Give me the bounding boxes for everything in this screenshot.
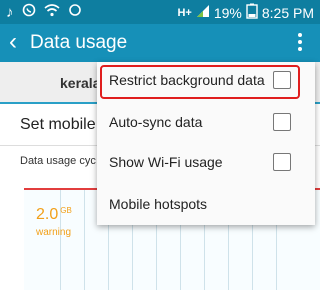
menu-item-restrict-background-data[interactable]: Restrict background data	[97, 62, 315, 100]
menu-item-label: Mobile hotspots	[109, 196, 208, 212]
overflow-menu: Restrict background data Auto-sync data …	[97, 62, 315, 225]
sync-icon	[68, 3, 82, 21]
music-note-icon: ♪	[6, 3, 14, 21]
clock-time: 8:25 PM	[261, 4, 314, 21]
chart-grid-line	[60, 190, 61, 290]
menu-item-mobile-hotspots[interactable]: Mobile hotspots	[97, 186, 315, 224]
wifi-icon	[43, 3, 60, 21]
page-title: Data usage	[30, 32, 128, 53]
overflow-menu-icon[interactable]	[298, 33, 302, 54]
set-mobile-data-limit-label[interactable]: Set mobile d	[20, 116, 109, 134]
network-type-label: H+	[177, 6, 192, 19]
menu-item-label: Auto-sync data	[109, 114, 203, 130]
status-bar: ♪ H+ 19% 8:25 PM	[0, 0, 320, 24]
tab-kerala[interactable]: kerala	[60, 75, 100, 91]
warning-label: warning	[36, 227, 72, 238]
menu-item-label: Restrict background data	[109, 72, 265, 88]
back-icon[interactable]: ‹	[9, 29, 17, 55]
warning-value[interactable]: 2.0 GB	[36, 206, 72, 224]
battery-percent: 19%	[213, 4, 242, 21]
chart-grid-line	[84, 190, 85, 290]
restrict-background-checkbox[interactable]	[273, 71, 291, 89]
battery-icon	[246, 3, 258, 22]
auto-sync-checkbox[interactable]	[273, 113, 291, 131]
menu-item-show-wifi-usage[interactable]: Show Wi-Fi usage	[97, 144, 315, 182]
show-wifi-checkbox[interactable]	[273, 153, 291, 171]
menu-item-label: Show Wi-Fi usage	[109, 154, 223, 170]
mobile-signal-icon	[196, 4, 210, 21]
app-bar: ‹ Data usage	[0, 24, 320, 62]
warning-unit: GB	[60, 206, 72, 215]
whatsapp-icon	[22, 3, 36, 21]
warning-number: 2.0	[36, 206, 59, 223]
menu-item-auto-sync-data[interactable]: Auto-sync data	[97, 104, 315, 142]
data-usage-cycle-label[interactable]: Data usage cyc	[20, 155, 96, 167]
